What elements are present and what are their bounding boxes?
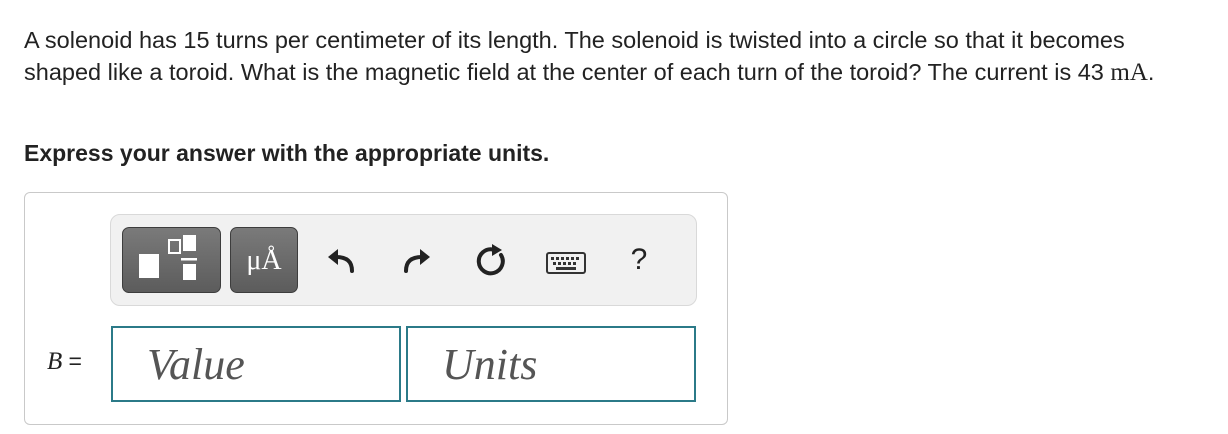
question-body: A solenoid has 15 turns per centimeter o… [24,27,1125,85]
value-input[interactable] [113,328,399,400]
answer-panel: μÅ ? B = Value Units [24,192,728,425]
redo-icon [404,249,430,273]
answer-instruction: Express your answer with the appropriate… [24,140,550,166]
redo-button[interactable] [396,241,436,281]
keyboard-button[interactable] [544,241,588,281]
units-button[interactable]: μÅ [230,227,298,293]
units-field[interactable] [406,326,696,402]
equals-sign: = [68,348,82,374]
keyboard-icon [546,252,586,274]
question-text: A solenoid has 15 turns per centimeter o… [24,25,1204,88]
current-unit: mA [1110,58,1148,86]
math-toolbar: μÅ ? [110,214,697,306]
templates-icon [139,235,197,280]
value-field[interactable] [111,326,401,402]
answer-variable-label: B = [47,348,82,376]
units-button-label: μÅ [246,245,282,276]
units-input[interactable] [408,328,694,400]
help-button[interactable]: ? [624,237,654,283]
reset-button[interactable] [471,241,511,281]
question-period: . [1147,58,1155,85]
undo-button[interactable] [322,241,362,281]
reset-icon [476,244,505,276]
undo-icon [328,249,354,273]
variable-name: B [47,348,63,375]
templates-button[interactable] [122,227,221,293]
